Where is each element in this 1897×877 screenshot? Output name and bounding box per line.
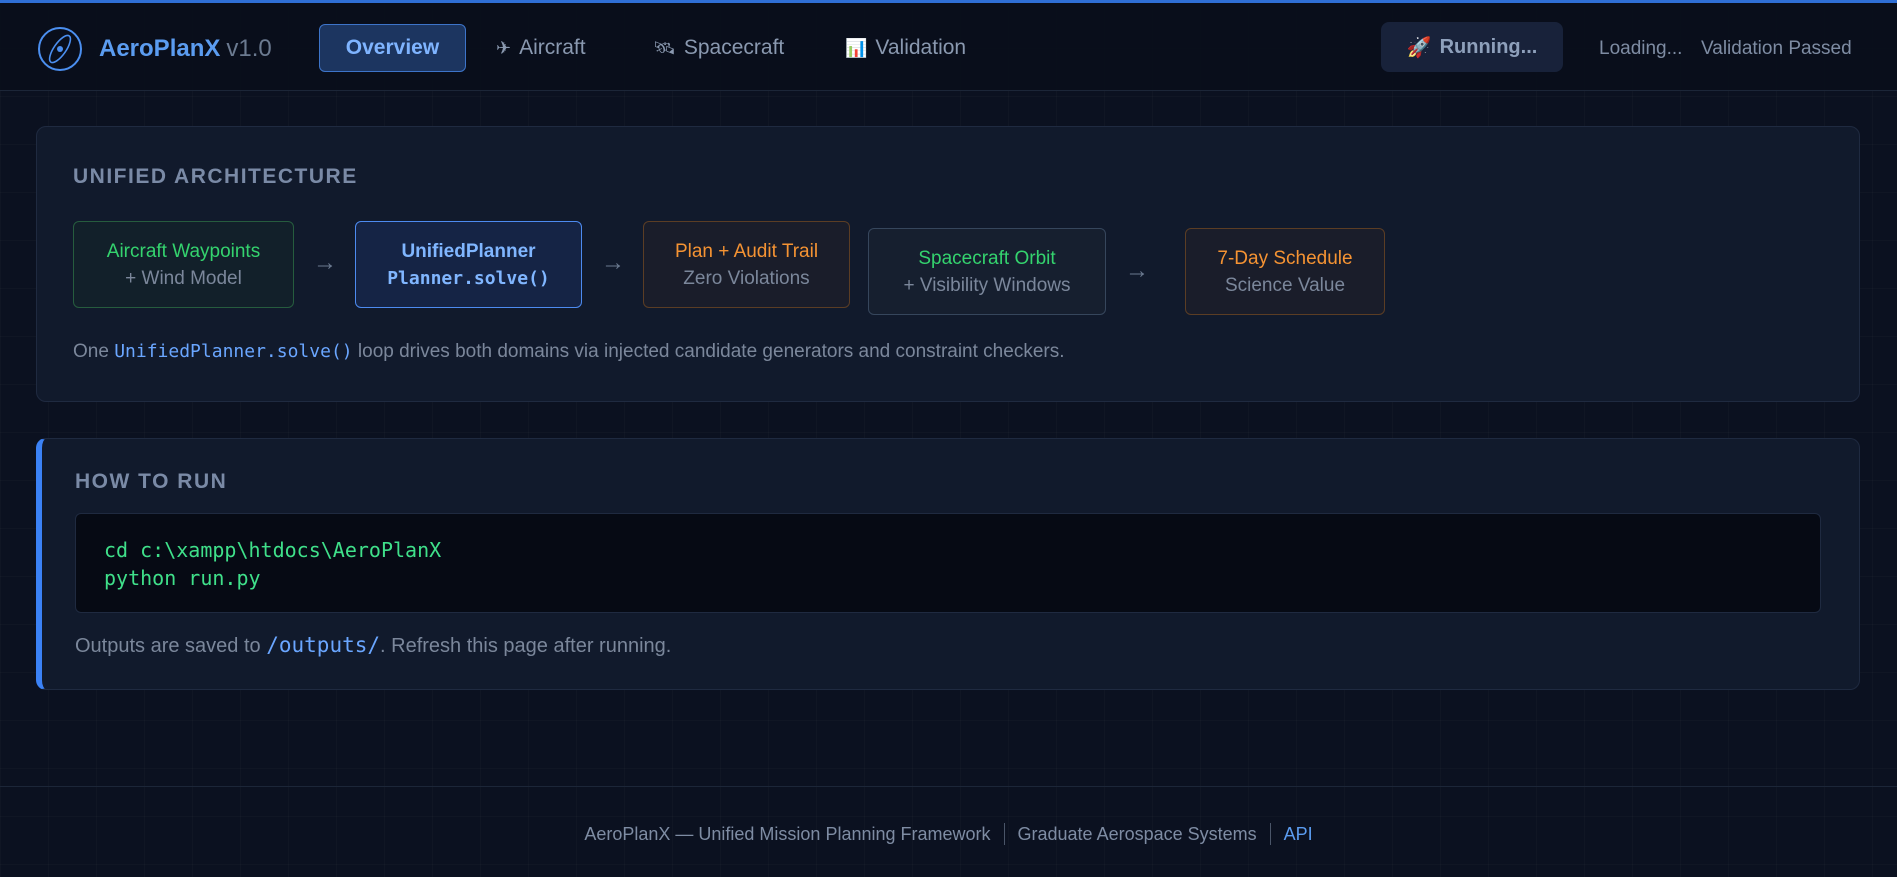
nav-tab-label: Aircraft — [519, 36, 586, 59]
desc-code: UnifiedPlanner.solve() — [114, 341, 353, 362]
validation-status: Validation Passed — [1701, 38, 1852, 59]
desc-prefix: One — [73, 341, 109, 362]
brand-version: v1.0 — [226, 35, 272, 62]
architecture-description: One UnifiedPlanner.solve() loop drives b… — [73, 341, 1065, 363]
flow-arrow: → — [601, 249, 625, 276]
nav-tab-validation[interactable]: 📊 Validation — [835, 24, 976, 72]
node-unified-planner: UnifiedPlanner Planner.solve() — [355, 221, 582, 308]
footer-divider — [1003, 823, 1005, 845]
node-7-day-schedule: 7-Day Schedule Science Value — [1185, 228, 1385, 315]
flow-arrow: → — [313, 249, 337, 276]
bar-chart-icon: 📊 — [845, 37, 868, 58]
brand[interactable]: AeroPlanX v1.0 — [99, 35, 272, 63]
node-title: 7-Day Schedule — [1217, 247, 1353, 269]
code-line: cd c:\xampp\htdocs\AeroPlanX — [104, 538, 442, 562]
how-to-run-title: HOW TO RUN — [75, 470, 228, 493]
orbit-logo-icon — [38, 27, 82, 71]
node-aircraft-waypoints: Aircraft Waypoints + Wind Model — [73, 221, 294, 308]
nav-tab-spacecraft[interactable]: 🛰 Spacecraft — [643, 24, 794, 72]
node-subtitle: + Wind Model — [125, 267, 242, 289]
outputs-note: Outputs are saved to /outputs/. Refresh … — [75, 633, 671, 658]
satellite-icon: 🛰 — [653, 37, 676, 58]
loading-status: Loading... — [1599, 38, 1683, 59]
outputs-suffix: . Refresh this page after running. — [380, 635, 672, 657]
run-button-label: Running... — [1439, 35, 1538, 58]
run-code-block[interactable]: cd c:\xampp\htdocs\AeroPlanX python run.p… — [75, 513, 1821, 613]
node-subtitle: Science Value — [1224, 274, 1346, 296]
desc-suffix: loop drives both domains via injected ca… — [357, 341, 1065, 362]
rocket-icon: 🚀 — [1406, 36, 1432, 59]
outputs-path: /outputs/ — [266, 633, 381, 657]
airplane-icon: ✈ — [496, 37, 512, 58]
node-title: Spacecraft Orbit — [918, 247, 1056, 269]
node-subtitle: + Visibility Windows — [903, 274, 1071, 296]
outputs-prefix: Outputs are saved to — [75, 635, 261, 657]
flow-arrow: → — [1125, 257, 1149, 284]
nav-tab-label: Overview — [345, 36, 440, 59]
node-plan-audit-trail: Plan + Audit Trail Zero Violations — [643, 221, 850, 308]
node-title: UnifiedPlanner — [401, 240, 536, 262]
app-header: AeroPlanX v1.0 Overview ✈ Aircraft 🛰 Spac… — [0, 3, 1897, 91]
run-button[interactable]: 🚀 Running... — [1381, 22, 1563, 72]
node-subtitle: Zero Violations — [683, 267, 810, 289]
footer-subtitle: Graduate Aerospace Systems — [1017, 823, 1257, 844]
node-spacecraft-orbit: Spacecraft Orbit + Visibility Windows — [868, 228, 1106, 315]
brand-name: AeroPlanX — [99, 35, 221, 62]
nav-tab-aircraft[interactable]: ✈ Aircraft — [486, 24, 596, 72]
architecture-title: UNIFIED ARCHITECTURE — [73, 165, 358, 188]
nav-tab-overview[interactable]: Overview — [319, 24, 466, 72]
node-title: Aircraft Waypoints — [106, 240, 261, 262]
code-line: python run.py — [104, 566, 261, 590]
node-title: Plan + Audit Trail — [674, 240, 819, 262]
footer-divider — [1269, 823, 1271, 845]
nav-tab-label: Validation — [875, 36, 967, 59]
footer-content: AeroPlanX — Unified Mission Planning Fra… — [0, 823, 1897, 845]
nav-tab-label: Spacecraft — [683, 36, 785, 59]
node-subtitle: Planner.solve() — [387, 267, 550, 289]
footer: AeroPlanX — Unified Mission Planning Fra… — [0, 786, 1897, 877]
api-link[interactable]: API — [1284, 824, 1313, 845]
architecture-card: UNIFIED ARCHITECTURE Aircraft Waypoints … — [36, 126, 1860, 402]
how-to-run-card: HOW TO RUN cd c:\xampp\htdocs\AeroPlanX p… — [36, 438, 1860, 690]
footer-title: AeroPlanX — Unified Mission Planning Fra… — [584, 823, 991, 844]
